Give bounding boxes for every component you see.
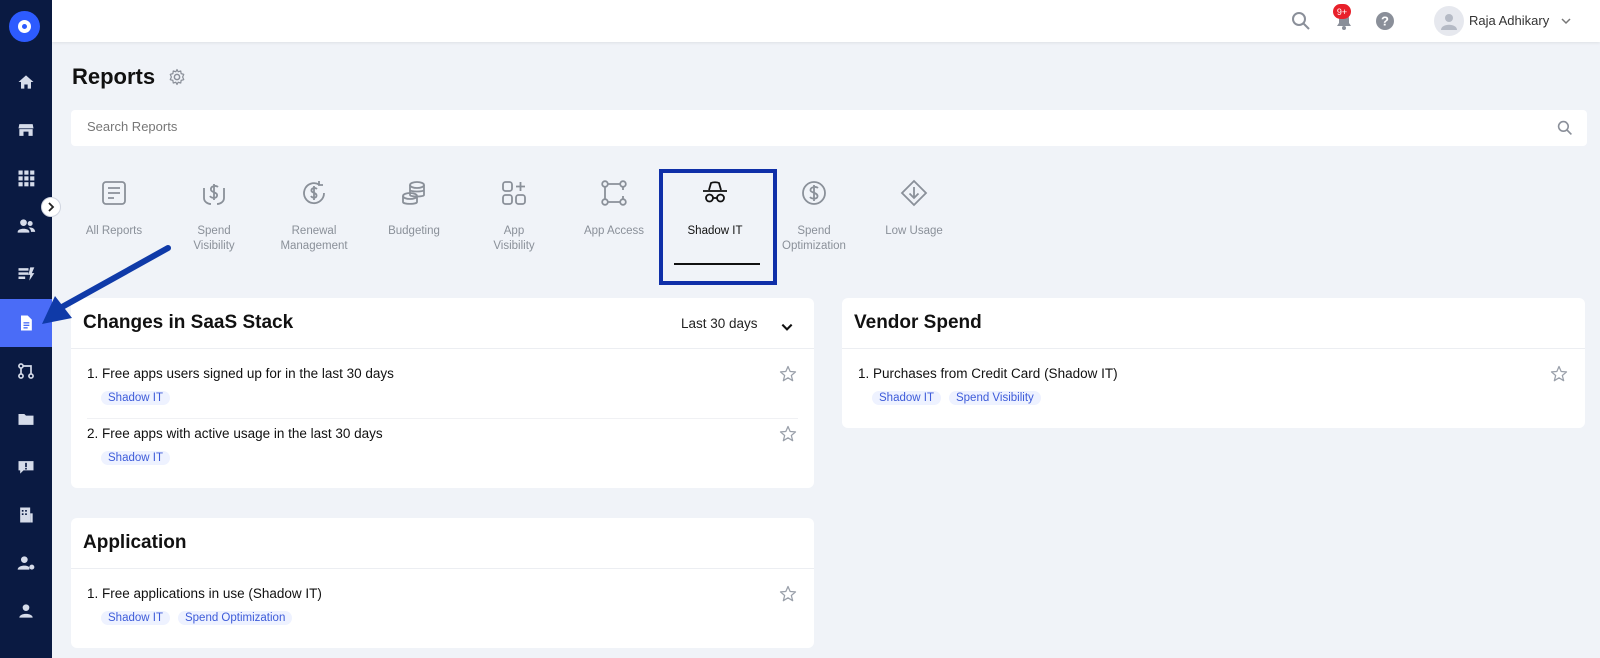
store-icon[interactable] [0, 106, 52, 154]
tab-label: Budgeting [388, 225, 440, 237]
workflow-icon[interactable] [0, 347, 52, 395]
reports-icon[interactable] [0, 299, 52, 347]
spend-visibility-icon [203, 184, 225, 205]
tag-spend-visibility[interactable]: Spend Visibility [948, 391, 1041, 405]
vendor-spend-card: Vendor Spend 1. Purchases from Credit Ca… [842, 298, 1585, 428]
tab-renewal-management[interactable]: Renewal Management [266, 178, 362, 254]
tab-app-visibility[interactable]: App Visibility [466, 178, 562, 254]
tag-shadow-it[interactable]: Shadow IT [101, 451, 170, 465]
card-title: Application [83, 532, 187, 553]
tab-label: App Access [583, 225, 645, 237]
star-icon[interactable] [1549, 364, 1569, 384]
svg-text:?: ? [1381, 14, 1389, 29]
tab-label: Spend Optimization [782, 225, 846, 252]
user-name[interactable]: Raja Adhikary [1469, 13, 1549, 28]
licenses-icon[interactable] [0, 250, 52, 298]
tab-low-usage[interactable]: Low Usage [866, 178, 962, 239]
app-access-icon [601, 180, 627, 206]
feedback-icon[interactable] [0, 443, 52, 491]
low-usage-icon [900, 179, 928, 207]
report-title[interactable]: 2. Free apps with active usage in the la… [87, 426, 798, 441]
chevron-right-icon [48, 202, 55, 212]
tab-spend-visibility[interactable]: Spend Visibility [166, 178, 262, 254]
tab-spend-optimization[interactable]: Spend Optimization [766, 178, 862, 254]
tab-label: App Visibility [493, 225, 535, 252]
expand-sidebar-button[interactable] [41, 197, 61, 217]
report-title[interactable]: 1. Purchases from Credit Card (Shadow IT… [858, 366, 1569, 381]
tag-spend-optimization[interactable]: Spend Optimization [177, 611, 293, 625]
star-icon[interactable] [778, 584, 798, 604]
budgeting-icon [402, 181, 425, 205]
notification-badge: 9+ [1333, 4, 1351, 19]
tag-shadow-it[interactable]: Shadow IT [101, 391, 170, 405]
avatar[interactable] [1434, 6, 1464, 36]
user-manage-icon[interactable] [0, 539, 52, 587]
tag-shadow-it[interactable]: Shadow IT [101, 611, 170, 625]
list-item[interactable]: 1. Free applications in use (Shadow IT) … [87, 584, 798, 625]
star-icon[interactable] [778, 424, 798, 444]
report-title[interactable]: 1. Free apps users signed up for in the … [87, 366, 798, 381]
card-title: Vendor Spend [854, 312, 982, 333]
divider [842, 348, 1585, 349]
home-icon[interactable] [0, 58, 52, 106]
divider [71, 348, 814, 349]
renewal-icon [303, 181, 325, 205]
page-title: Reports [72, 64, 156, 89]
list-item[interactable]: 2. Free apps with active usage in the la… [87, 424, 798, 465]
search-icon[interactable] [1290, 10, 1312, 32]
all-reports-icon [102, 181, 126, 205]
report-title[interactable]: 1. Free applications in use (Shadow IT) [87, 586, 798, 601]
folder-icon[interactable] [0, 395, 52, 443]
tab-label: Spend Visibility [193, 225, 235, 252]
divider [71, 568, 814, 569]
vendors-icon[interactable] [0, 491, 52, 539]
tag-shadow-it[interactable]: Shadow IT [872, 391, 941, 405]
tab-all-reports[interactable]: All Reports [66, 178, 162, 239]
active-tab-underline [674, 263, 760, 265]
tab-label: Low Usage [885, 225, 943, 237]
apps-grid-icon[interactable] [0, 154, 52, 202]
sidebar [0, 0, 52, 658]
shadow-it-highlight-box [659, 169, 777, 285]
user-avatar-icon [1441, 14, 1457, 30]
search-icon[interactable] [1557, 120, 1573, 136]
date-range-select[interactable]: Last 30 days [681, 316, 758, 331]
list-item[interactable]: 1. Free apps users signed up for in the … [87, 364, 798, 405]
gear-icon[interactable] [168, 68, 186, 86]
chevron-down-icon[interactable] [1560, 15, 1572, 27]
list-item[interactable]: 1. Purchases from Credit Card (Shadow IT… [858, 364, 1569, 405]
tab-label: Renewal Management [280, 225, 348, 252]
search-input[interactable] [87, 119, 1487, 134]
star-icon[interactable] [778, 364, 798, 384]
spend-optimization-icon [802, 181, 826, 205]
tab-label: All Reports [85, 225, 143, 237]
app-logo[interactable] [9, 11, 40, 42]
chevron-down-icon[interactable] [780, 320, 794, 334]
saas-stack-card: Changes in SaaS Stack Last 30 days 1. Fr… [71, 298, 814, 488]
search-bar [71, 110, 1587, 146]
divider [87, 418, 798, 419]
app-visibility-icon [502, 181, 526, 205]
profile-icon[interactable] [0, 587, 52, 635]
card-title: Changes in SaaS Stack [83, 312, 294, 333]
tab-budgeting[interactable]: Budgeting [366, 178, 462, 239]
help-icon[interactable]: ? [1374, 10, 1396, 32]
topbar: ? [52, 0, 1600, 42]
application-card: Application 1. Free applications in use … [71, 518, 814, 648]
tab-app-access[interactable]: App Access [566, 178, 662, 239]
